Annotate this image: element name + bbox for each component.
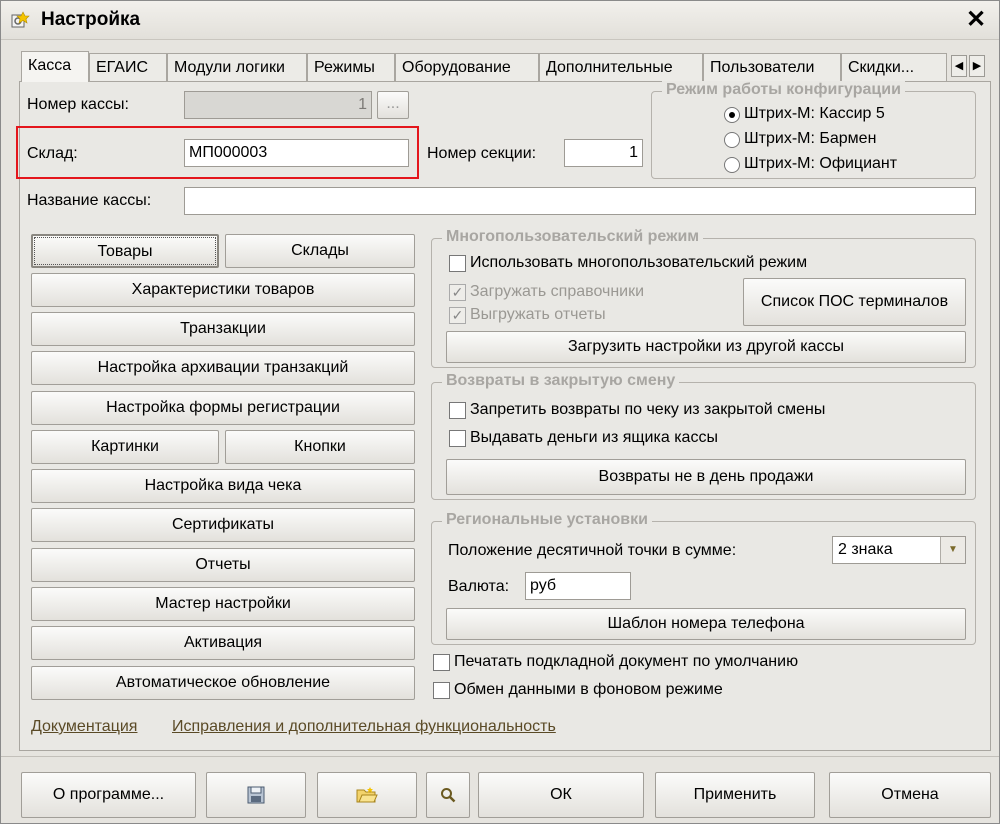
- registration-form-button[interactable]: Настройка формы регистрации: [31, 391, 415, 425]
- returns-not-sale-day-button[interactable]: Возвраты не в день продажи: [446, 459, 966, 495]
- load-refs-label: Загружать справочники: [470, 283, 645, 300]
- folder-open-icon: [356, 787, 378, 803]
- phone-template-button[interactable]: Шаблон номера телефона: [446, 608, 966, 640]
- load-settings-file-button[interactable]: [317, 772, 417, 818]
- section-number-label: Номер секции:: [427, 145, 537, 162]
- reports-button[interactable]: Отчеты: [31, 548, 415, 582]
- register-number-label: Номер кассы:: [27, 96, 129, 113]
- section-number-field[interactable]: 1: [564, 139, 643, 167]
- warehouse-field[interactable]: МП000003: [184, 139, 409, 167]
- config-mode-label-barman: Штрих-М: Бармен: [744, 130, 877, 147]
- apply-button[interactable]: Применить: [655, 772, 815, 818]
- tab-additional[interactable]: Дополнительные: [539, 53, 703, 81]
- window-title: Настройка: [41, 9, 141, 30]
- config-mode-radio-barman[interactable]: [724, 132, 740, 148]
- warehouse-label: Склад:: [27, 145, 78, 162]
- settings-window: Настройка ✕ Касса ЕГАИС Модули логики Ре…: [0, 0, 1000, 824]
- about-button[interactable]: О программе...: [21, 772, 196, 818]
- documentation-link[interactable]: Документация: [31, 718, 137, 736]
- print-doc-label: Печатать подкладной документ по умолчани…: [454, 653, 799, 670]
- multiuser-title: Многопользовательский режим: [442, 228, 704, 246]
- multiuser-use-label: Использовать многопользовательский режим: [470, 254, 808, 271]
- transaction-archive-button[interactable]: Настройка архивации транзакций: [31, 351, 415, 385]
- currency-field[interactable]: руб: [525, 572, 631, 600]
- decimal-select[interactable]: 2 знака ▼: [832, 536, 966, 564]
- goods-button[interactable]: Товары: [31, 234, 219, 268]
- load-settings-button[interactable]: Загрузить настройки из другой кассы: [446, 331, 966, 363]
- pos-terminals-button[interactable]: Список ПОС терминалов: [743, 278, 966, 326]
- buttons-button[interactable]: Кнопки: [225, 430, 415, 464]
- decimal-value: 2 знака: [838, 541, 893, 558]
- fixes-link[interactable]: Исправления и дополнительная функциональ…: [172, 718, 556, 736]
- save-settings-button[interactable]: [206, 772, 306, 818]
- footer-separator: [1, 756, 999, 757]
- register-number-field: 1: [184, 91, 372, 119]
- product-characteristics-button[interactable]: Характеристики товаров: [31, 273, 415, 307]
- title-bar: Настройка ✕: [1, 1, 999, 40]
- upload-reports-label: Выгружать отчеты: [470, 306, 606, 323]
- auto-update-button[interactable]: Автоматическое обновление: [31, 666, 415, 700]
- tab-modes[interactable]: Режимы: [307, 53, 395, 81]
- pictures-button[interactable]: Картинки: [31, 430, 219, 464]
- receipt-view-button[interactable]: Настройка вида чека: [31, 469, 415, 503]
- tab-scroll-left-icon[interactable]: ◀: [951, 55, 967, 77]
- give-money-label: Выдавать деньги из ящика кассы: [470, 429, 718, 446]
- tab-strip: Касса ЕГАИС Модули логики Режимы Оборудо…: [21, 51, 995, 82]
- search-button[interactable]: [426, 772, 470, 818]
- config-mode-radio-cashier[interactable]: [724, 107, 740, 123]
- forbid-returns-checkbox[interactable]: [449, 402, 466, 419]
- print-doc-checkbox[interactable]: [433, 654, 450, 671]
- background-exchange-label: Обмен данными в фоновом режиме: [454, 681, 723, 698]
- floppy-disk-icon: [247, 786, 265, 804]
- background-exchange-checkbox[interactable]: [433, 682, 450, 699]
- currency-label: Валюта:: [448, 578, 510, 595]
- settings-app-icon: [11, 11, 30, 28]
- load-refs-checkbox: ✓: [449, 284, 466, 301]
- activation-button[interactable]: Активация: [31, 626, 415, 660]
- chevron-down-icon[interactable]: ▼: [940, 537, 965, 563]
- config-mode-radio-waiter[interactable]: [724, 157, 740, 173]
- tab-kassa[interactable]: Касса: [21, 51, 89, 82]
- search-icon: [441, 788, 456, 803]
- certificates-button[interactable]: Сертификаты: [31, 508, 415, 542]
- register-name-label: Название кассы:: [27, 192, 152, 209]
- close-icon[interactable]: ✕: [961, 5, 991, 35]
- upload-reports-checkbox: ✓: [449, 307, 466, 324]
- tab-users[interactable]: Пользователи: [703, 53, 841, 81]
- tab-scroll-right-icon[interactable]: ▶: [969, 55, 985, 77]
- transactions-button[interactable]: Транзакции: [31, 312, 415, 346]
- tab-discounts[interactable]: Скидки...: [841, 53, 947, 81]
- setup-wizard-button[interactable]: Мастер настройки: [31, 587, 415, 621]
- multiuser-use-checkbox[interactable]: [449, 255, 466, 272]
- forbid-returns-label: Запретить возвраты по чеку из закрытой с…: [470, 401, 826, 418]
- give-money-checkbox[interactable]: [449, 430, 466, 447]
- register-name-field[interactable]: [184, 187, 976, 215]
- tab-logic-modules[interactable]: Модули логики: [167, 53, 307, 81]
- ok-button[interactable]: ОК: [478, 772, 644, 818]
- warehouses-button[interactable]: Склады: [225, 234, 415, 268]
- decimal-label: Положение десятичной точки в сумме:: [448, 542, 737, 559]
- cancel-button[interactable]: Отмена: [829, 772, 991, 818]
- regional-title: Региональные установки: [442, 511, 652, 529]
- tab-equipment[interactable]: Оборудование: [395, 53, 539, 81]
- returns-title: Возвраты в закрытую смену: [442, 372, 680, 390]
- config-mode-label-cashier: Штрих-М: Кассир 5: [744, 105, 885, 122]
- config-mode-title: Режим работы конфигурации: [662, 81, 905, 99]
- config-mode-label-waiter: Штрих-М: Официант: [744, 155, 898, 172]
- register-number-select-button: ...: [377, 91, 409, 119]
- tab-egais[interactable]: ЕГАИС: [89, 53, 167, 81]
